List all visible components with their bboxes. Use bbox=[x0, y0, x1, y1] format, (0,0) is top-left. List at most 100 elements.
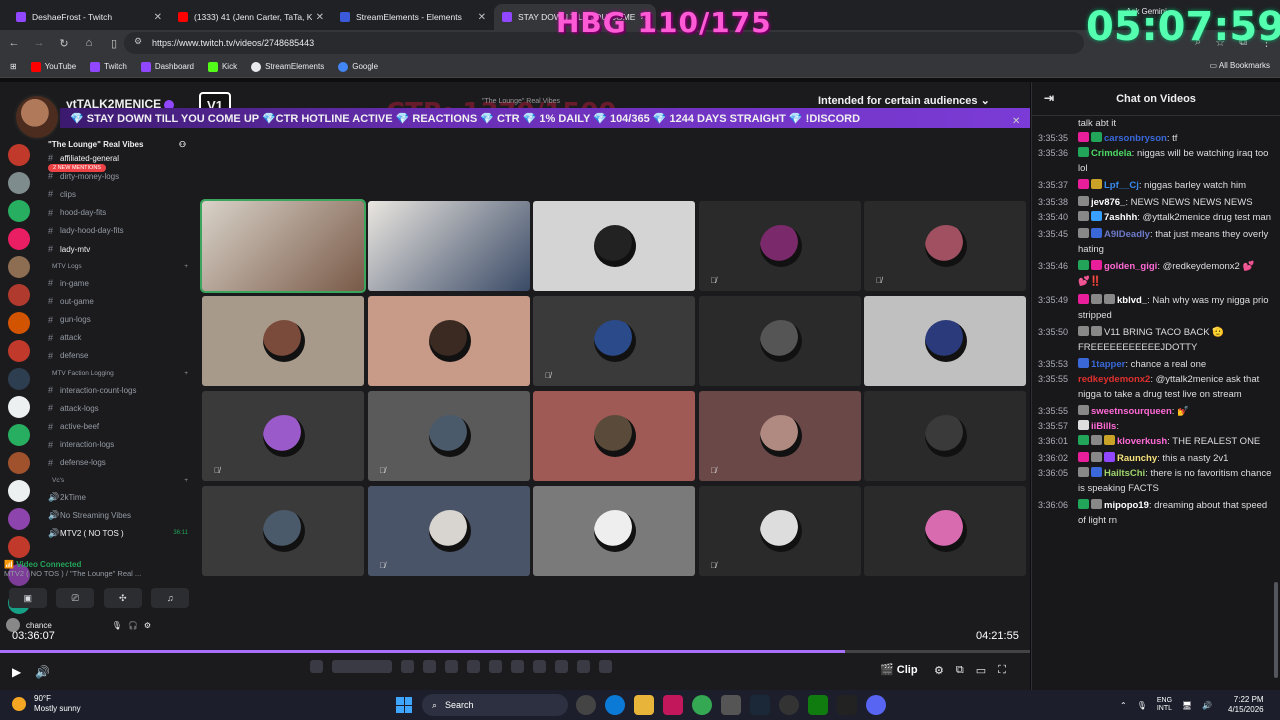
chat-message[interactable]: 3:35:37 Lpf__Cj: niggas barley watch him bbox=[1038, 178, 1272, 193]
picture-in-picture-icon[interactable]: ⧉ bbox=[956, 664, 964, 677]
taskbar-search[interactable]: ⌕ Search bbox=[422, 694, 568, 716]
bookmark-dashboard[interactable]: Dashboard bbox=[140, 61, 194, 72]
text-channel[interactable]: # clips bbox=[40, 185, 194, 203]
channel-category[interactable]: MTV Logs + bbox=[40, 258, 194, 274]
chat-message[interactable]: 3:35:38 jev876_: NEWS NEWS NEWS NEWS bbox=[1038, 195, 1272, 210]
participant-tile[interactable]: 🎙̸ bbox=[202, 391, 364, 481]
server-icon[interactable] bbox=[8, 368, 30, 390]
discord-icon[interactable] bbox=[866, 695, 886, 715]
chat-message[interactable]: 3:35:45 A9IDeadly: that just means they o… bbox=[1038, 227, 1272, 257]
chat-message[interactable]: talk abt it bbox=[1038, 116, 1272, 131]
new-mentions-badge[interactable]: 2 NEW MENTIONS bbox=[48, 164, 106, 172]
chat-username[interactable]: Crimdela bbox=[1091, 148, 1132, 159]
settings-icon[interactable]: ⚙ bbox=[934, 664, 944, 677]
participant-tile[interactable] bbox=[200, 199, 366, 293]
clip-button[interactable]: 🎬 Clip bbox=[880, 663, 918, 676]
chat-badge-icon[interactable] bbox=[1091, 452, 1102, 462]
language-indicator[interactable]: ENG INTL bbox=[1157, 697, 1172, 713]
chat-message[interactable]: 3:35:40 7ashhh: @yttalk2menice drug test … bbox=[1038, 210, 1272, 225]
play-icon[interactable]: ▶ bbox=[12, 665, 21, 679]
soundboard-icon[interactable]: ♫ bbox=[151, 588, 190, 608]
participant-tile[interactable] bbox=[864, 391, 1026, 481]
participant-tile[interactable] bbox=[864, 486, 1026, 576]
chat-badge-icon[interactable] bbox=[1091, 179, 1102, 189]
add-channel-icon[interactable]: + bbox=[184, 370, 188, 377]
file-explorer-icon[interactable] bbox=[634, 695, 654, 715]
chat-badge-icon[interactable] bbox=[1091, 326, 1102, 336]
bookmark-twitch[interactable]: Twitch bbox=[90, 61, 127, 72]
chat-username[interactable]: kblvd_ bbox=[1117, 295, 1147, 306]
server-icon[interactable] bbox=[8, 452, 30, 474]
chat-message[interactable]: 3:35:55 redkeydemonx2: @yttalk2menice ask… bbox=[1038, 372, 1272, 402]
chat-badge-icon[interactable] bbox=[1091, 132, 1102, 142]
activities-icon[interactable]: ✣ bbox=[103, 588, 142, 608]
chat-badge-icon[interactable] bbox=[1078, 147, 1089, 157]
text-channel[interactable]: # defense bbox=[40, 347, 194, 365]
speaker-icon[interactable]: 🔊 bbox=[1202, 701, 1212, 710]
bookmark-google[interactable]: Google bbox=[338, 61, 378, 72]
chat-username[interactable]: mipopo19 bbox=[1104, 500, 1149, 511]
text-channel[interactable]: # lady-hood-day-fits bbox=[40, 222, 194, 240]
chevron-up-icon[interactable]: ⌃ bbox=[1120, 701, 1127, 710]
close-tab-icon[interactable]: ✕ bbox=[316, 12, 324, 23]
chat-badge-icon[interactable] bbox=[1078, 452, 1089, 462]
microphone-icon[interactable]: 🎙 bbox=[112, 621, 122, 630]
weather-widget[interactable]: 90°F Mostly sunny bbox=[12, 694, 81, 714]
chat-username[interactable]: Lpf__Cj bbox=[1104, 180, 1139, 191]
channel-category[interactable]: Vc's + bbox=[40, 472, 194, 488]
chat-badge-icon[interactable] bbox=[1078, 405, 1089, 415]
chat-message[interactable]: 3:36:05 HailtsChi: there is no favoritism… bbox=[1038, 466, 1272, 496]
chat-badge-icon[interactable] bbox=[1091, 260, 1102, 270]
server-icon[interactable] bbox=[8, 396, 30, 418]
add-channel-icon[interactable]: + bbox=[184, 263, 188, 270]
volume-icon[interactable]: 🔊 bbox=[35, 665, 50, 679]
server-icon[interactable] bbox=[8, 508, 30, 530]
chat-badge-icon[interactable] bbox=[1078, 420, 1089, 430]
chat-username[interactable]: Raunchy bbox=[1117, 453, 1157, 464]
participant-tile[interactable]: 🎙̸ bbox=[698, 201, 861, 291]
participant-tile[interactable] bbox=[864, 296, 1026, 386]
chat-message[interactable]: 3:35:49 kblvd_: Nah why was my nigga prio… bbox=[1038, 293, 1272, 323]
chat-message[interactable]: 3:35:57 iiBills: bbox=[1038, 419, 1272, 434]
chat-username[interactable]: redkeydemonx2 bbox=[1078, 374, 1150, 385]
add-member-icon[interactable]: ⚇ bbox=[179, 140, 186, 149]
participant-tile[interactable] bbox=[367, 201, 530, 291]
chat-username[interactable]: sweetnsourqueen bbox=[1091, 406, 1172, 417]
chat-badge-icon[interactable] bbox=[1078, 499, 1089, 509]
channel-category[interactable]: MTV Faction Logging + bbox=[40, 365, 194, 381]
participant-tile[interactable] bbox=[533, 391, 695, 481]
server-icon[interactable] bbox=[8, 172, 30, 194]
browser-tab[interactable]: StreamElements - Elements ✕ bbox=[332, 4, 494, 30]
browser-tab[interactable]: DeshaeFrost - Twitch ✕ bbox=[8, 4, 170, 30]
seek-bar[interactable] bbox=[0, 650, 1030, 653]
server-icon[interactable] bbox=[8, 228, 30, 250]
voice-channel[interactable]: 🔊 No Streaming Vibes bbox=[40, 506, 194, 524]
text-channel[interactable]: # gun-logs bbox=[40, 311, 194, 329]
server-icon[interactable] bbox=[8, 284, 30, 306]
app-icon[interactable] bbox=[663, 695, 683, 715]
home-icon[interactable]: ⌂ bbox=[78, 37, 100, 49]
capcut-icon[interactable] bbox=[837, 695, 857, 715]
back-icon[interactable]: ← bbox=[3, 37, 25, 49]
server-icon[interactable] bbox=[8, 312, 30, 334]
chat-message[interactable]: 3:35:46 golden_gigi: @redkeydemonx2 💕💕‼️ bbox=[1038, 259, 1272, 289]
chat-badge-icon[interactable] bbox=[1091, 228, 1102, 238]
chrome-icon[interactable] bbox=[692, 695, 712, 715]
server-icon[interactable] bbox=[8, 480, 30, 502]
participant-tile[interactable]: 🎙̸ bbox=[698, 486, 861, 576]
text-channel[interactable]: # in-game bbox=[40, 274, 194, 292]
windows-start-icon[interactable] bbox=[396, 697, 412, 713]
site-info-icon[interactable]: ⚙ bbox=[134, 36, 142, 47]
chat-badge-icon[interactable] bbox=[1091, 499, 1102, 509]
screen-share-icon[interactable]: ⎚ bbox=[56, 588, 95, 608]
chat-username[interactable]: jev876_ bbox=[1091, 197, 1125, 208]
4k-icon[interactable] bbox=[779, 695, 799, 715]
collapse-chat-icon[interactable]: ⇥ bbox=[1044, 91, 1054, 105]
text-channel[interactable]: # interaction-logs bbox=[40, 436, 194, 454]
server-icon[interactable] bbox=[8, 536, 30, 558]
chat-username[interactable]: 7ashhh bbox=[1104, 212, 1137, 223]
bookmark-kick[interactable]: Kick bbox=[207, 61, 237, 72]
side-panel-icon[interactable]: ▯ bbox=[103, 37, 125, 50]
chat-badge-icon[interactable] bbox=[1078, 228, 1089, 238]
chat-message[interactable]: 3:36:06 mipopo19: dreaming about that spe… bbox=[1038, 498, 1272, 528]
